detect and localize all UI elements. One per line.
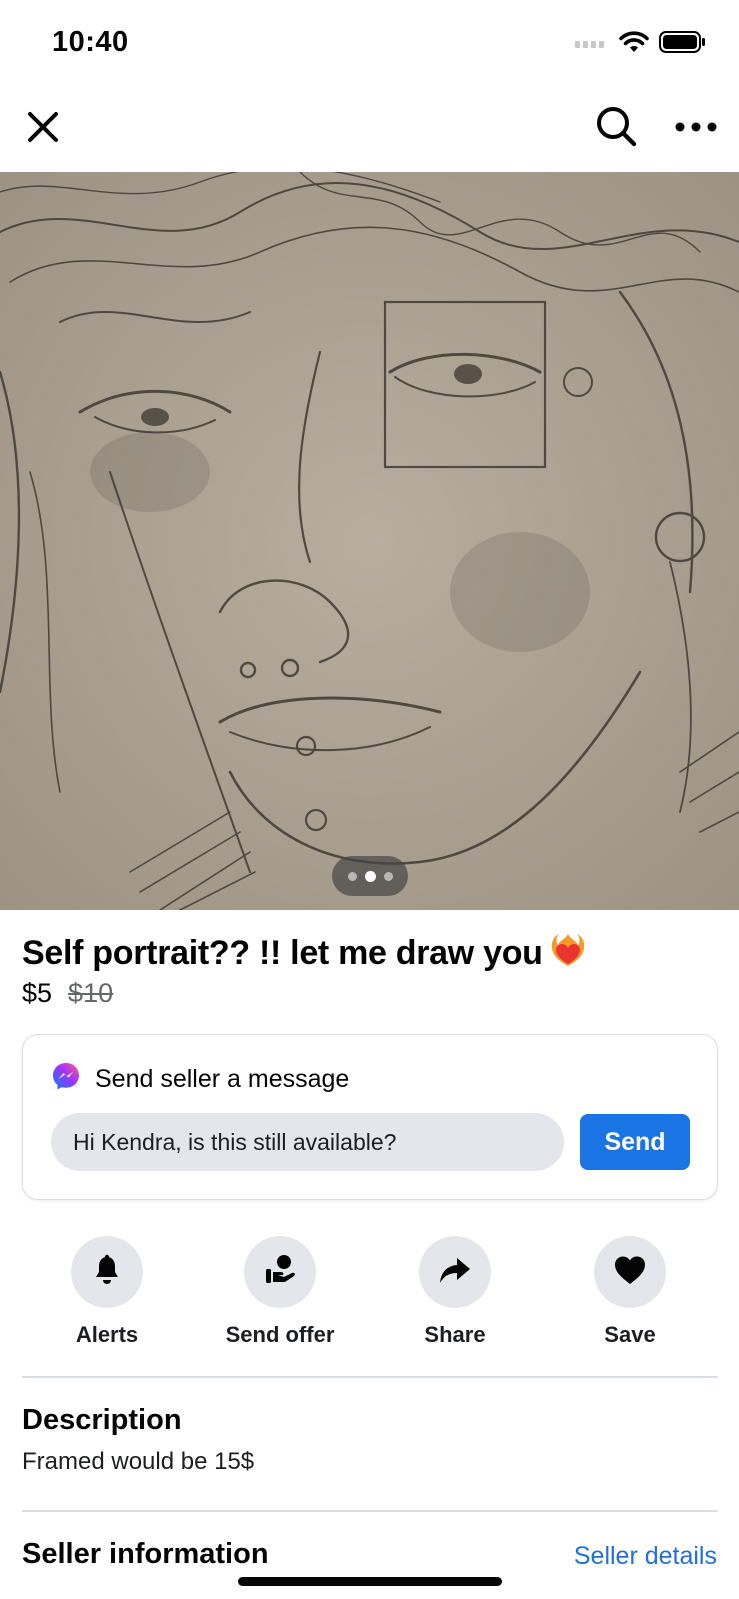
divider [22, 1510, 718, 1512]
seller-info-heading: Seller information [22, 1538, 269, 1570]
send-offer-button[interactable]: Send offer [200, 1236, 360, 1348]
bell-icon [90, 1253, 124, 1292]
save-label: Save [604, 1322, 656, 1347]
signal-icon [575, 36, 609, 54]
share-button-circle[interactable] [419, 1236, 491, 1308]
listing-photo[interactable] [0, 172, 739, 910]
price-row: $5 $10 [22, 978, 113, 1009]
message-input[interactable]: Hi Kendra, is this still available? [51, 1113, 564, 1171]
page-dot-active [364, 870, 376, 882]
offer-icon [262, 1252, 298, 1293]
original-price: $10 [68, 978, 114, 1008]
status-time: 10:40 [52, 26, 129, 58]
alerts-label: Alerts [75, 1322, 139, 1347]
seller-details-link[interactable]: Seller details [574, 1542, 717, 1571]
message-card-heading: Send seller a message [95, 1065, 350, 1093]
send-offer-button-circle[interactable] [244, 1236, 316, 1308]
home-indicator[interactable] [238, 1577, 502, 1586]
description-heading: Description [22, 1404, 182, 1436]
battery-icon [659, 30, 707, 59]
status-bar: 10:40 [0, 0, 739, 88]
nav-bar [0, 88, 739, 172]
more-icon[interactable] [672, 112, 720, 142]
share-label: Share [424, 1322, 486, 1347]
message-card: Send seller a message Hi Kendra, is this… [22, 1034, 718, 1200]
page-dot [383, 871, 393, 881]
photo-page-indicator[interactable] [332, 856, 408, 896]
alerts-button[interactable]: Alerts [27, 1236, 187, 1348]
send-button[interactable]: Send [580, 1114, 690, 1170]
share-icon [437, 1252, 473, 1293]
divider [22, 1376, 718, 1378]
save-button[interactable]: Save [550, 1236, 710, 1348]
current-price: $5 [22, 978, 53, 1008]
alerts-button-circle[interactable] [71, 1236, 143, 1308]
share-button[interactable]: Share [375, 1236, 535, 1348]
messenger-icon [51, 1061, 81, 1098]
search-icon[interactable] [594, 104, 640, 150]
close-icon[interactable] [22, 106, 64, 148]
page-dot [347, 871, 357, 881]
send-offer-label: Send offer [225, 1322, 335, 1347]
listing-title: Self portrait?? !! let me draw you [22, 930, 587, 977]
wifi-icon [619, 30, 649, 59]
heart-on-fire-icon [549, 930, 587, 977]
heart-icon [612, 1252, 648, 1293]
status-icons [575, 30, 707, 59]
save-button-circle[interactable] [594, 1236, 666, 1308]
description-body: Framed would be 15$ [22, 1448, 255, 1475]
listing-title-text: Self portrait?? !! let me draw you [22, 934, 543, 972]
action-row: Alerts Send offer Share Save [0, 1236, 739, 1348]
message-card-header: Send seller a message [51, 1061, 349, 1098]
